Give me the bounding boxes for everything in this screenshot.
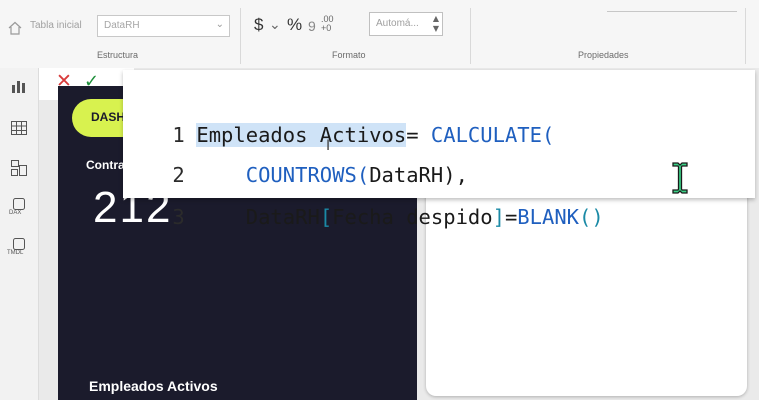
properties-field[interactable] — [607, 11, 737, 12]
ribbon: Tabla inicial DataRH ⌄ Estructura $ ⌄ % … — [0, 0, 759, 69]
bracket-token: [ — [319, 205, 333, 229]
decimal-places-input[interactable]: Automá... ▲ ▼ — [369, 12, 443, 36]
comma-style-button[interactable]: 9 — [308, 18, 316, 34]
code-line: 1 Empleados Activos= CALCULATE( — [123, 75, 554, 147]
function-token: BLANK — [517, 205, 580, 229]
dax-query-label: DAX — [9, 210, 22, 216]
group-label-structure: Estructura — [97, 50, 139, 60]
table-view-icon[interactable] — [9, 118, 29, 138]
currency-dropdown-icon[interactable]: ⌄ — [269, 16, 281, 33]
group-label-format: Formato — [332, 50, 366, 60]
percent-format-button[interactable]: % — [287, 15, 302, 35]
chevron-down-icon: ⌄ — [215, 19, 224, 30]
divider — [745, 8, 746, 64]
model-view-icon[interactable] — [9, 158, 29, 178]
report-view-icon[interactable] — [9, 76, 29, 96]
code-line: 2 COUNTROWS(DataRH), — [123, 115, 468, 187]
paren-token: () — [579, 205, 604, 229]
paren-token: ( — [541, 123, 555, 147]
ibeam-cursor-icon — [672, 162, 688, 194]
home-table-select-value: DataRH — [104, 20, 140, 31]
dashboard-pill-label: DASH — [91, 110, 126, 124]
dax-editor[interactable]: 1 Empleados Activos= CALCULATE( 2 COUNTRO… — [123, 70, 755, 229]
contract-label: Contra — [86, 158, 125, 172]
text-cursor-icon: I — [326, 138, 331, 154]
code-line: 3 DataRH[Fecha despido]=BLANK() — [123, 157, 603, 229]
table-token: DataRH — [245, 205, 320, 229]
home-table-select[interactable]: DataRH ⌄ — [97, 15, 230, 37]
divider — [240, 8, 241, 64]
kpi-title: Empleados Activos — [89, 378, 218, 394]
column-token: Fecha despido — [332, 205, 493, 229]
currency-format-button[interactable]: $ — [254, 15, 263, 35]
home-table-label: Tabla inicial — [30, 20, 82, 31]
group-label-properties: Propiedades — [578, 50, 629, 60]
home-icon — [8, 21, 22, 35]
view-switcher-rail: DAX TMDL — [0, 68, 39, 400]
equals-token: = — [504, 205, 518, 229]
decimal-places-button[interactable]: .00 +0 — [321, 15, 343, 33]
divider — [470, 8, 471, 64]
bracket-token: ] — [492, 205, 505, 229]
decimal-places-value: Automá... — [376, 18, 419, 29]
line-number: 3 — [172, 205, 185, 229]
tmdl-view-label: TMDL — [7, 250, 24, 256]
spinner-icon[interactable]: ▲ ▼ — [433, 14, 439, 34]
